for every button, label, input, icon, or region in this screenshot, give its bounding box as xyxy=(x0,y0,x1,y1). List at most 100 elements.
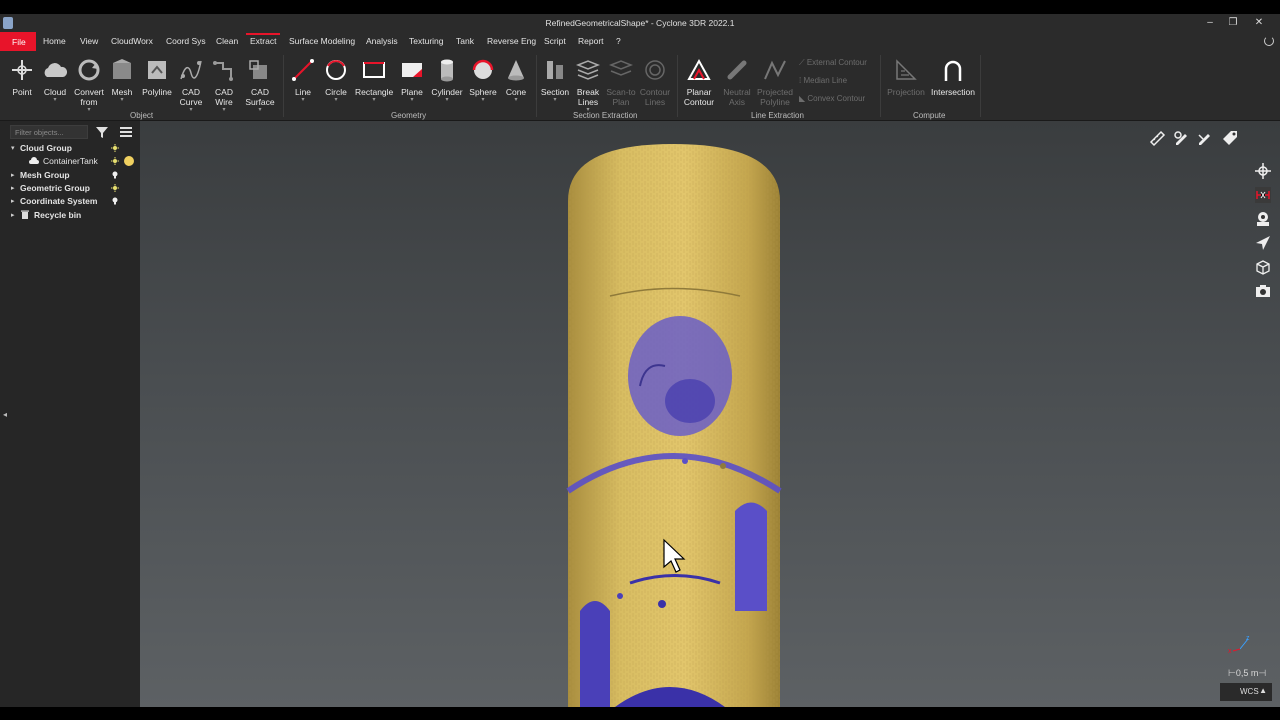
tree-item-mesh-group[interactable]: Mesh Group xyxy=(20,170,70,182)
group-separator xyxy=(677,55,678,117)
cloud-button[interactable]: Cloud ▾ xyxy=(41,55,69,103)
restore-button[interactable]: ❐ xyxy=(1222,15,1244,31)
expand-arrow-icon[interactable]: ▸ xyxy=(11,171,15,179)
menu-icon[interactable] xyxy=(119,125,133,139)
line-button[interactable]: Line ▾ xyxy=(289,55,317,103)
cone-button[interactable]: Cone ▾ xyxy=(503,55,529,103)
sphere-button[interactable]: Sphere ▾ xyxy=(468,55,498,103)
close-button[interactable]: ✕ xyxy=(1248,15,1270,31)
menu-script[interactable]: Script xyxy=(544,36,566,46)
menu-analysis[interactable]: Analysis xyxy=(366,36,398,46)
bulb-icon[interactable] xyxy=(111,171,119,179)
refresh-icon[interactable] xyxy=(1264,36,1274,46)
neutral-axis-button[interactable]: Neutral Axis xyxy=(722,55,752,107)
menu-help[interactable]: ? xyxy=(616,36,621,46)
menu-view[interactable]: View xyxy=(80,36,98,46)
pan-move-icon[interactable] xyxy=(1254,162,1272,180)
plane-button[interactable]: Plane ▾ xyxy=(398,55,426,103)
median-line-button[interactable]: ⁞ Median Line xyxy=(799,76,847,85)
polyline-button[interactable]: Polyline xyxy=(140,55,174,97)
contour-lines-button[interactable]: Contour Lines xyxy=(639,55,671,107)
menu-cloudworx[interactable]: CloudWorx xyxy=(111,36,153,46)
cad-wire-button[interactable]: CAD Wire ▾ xyxy=(210,55,238,113)
camera-view-icon[interactable] xyxy=(1254,210,1272,228)
external-contour-button[interactable]: ⟋ External Contour xyxy=(799,58,867,68)
annotate-pen-icon[interactable] xyxy=(1172,129,1190,147)
expand-arrow-icon[interactable]: ▸ xyxy=(11,184,15,192)
rectangle-button[interactable]: Rectangle ▾ xyxy=(355,55,393,103)
cad-surface-button[interactable]: CAD Surface ▾ xyxy=(243,55,277,113)
active-tab-indicator xyxy=(246,33,280,35)
menu-reverse-eng[interactable]: Reverse Eng xyxy=(487,36,536,46)
scale-bar-label: ⊢0,5 m⊣ xyxy=(1228,668,1267,678)
cad-curve-label: CAD Curve xyxy=(179,87,203,107)
line-icon xyxy=(289,55,317,85)
tag-icon[interactable] xyxy=(1221,129,1239,147)
convex-contour-button[interactable]: ◣ Convex Contour xyxy=(799,94,865,103)
chevron-up-icon: ▲ xyxy=(1259,686,1267,695)
fit-view-icon[interactable] xyxy=(1254,186,1272,204)
menu-file[interactable]: File xyxy=(0,32,36,51)
break-lines-label: Break Lines xyxy=(576,87,600,107)
intersection-button[interactable]: Intersection xyxy=(930,55,976,97)
sun-icon[interactable] xyxy=(111,144,119,152)
tree-item-coordinate-system[interactable]: Coordinate System xyxy=(20,196,97,208)
coordinate-system-selector[interactable]: WCS ▲ xyxy=(1220,683,1272,701)
collapse-panel-icon[interactable]: ◂ xyxy=(3,410,7,419)
tree-item-recycle-bin[interactable]: Recycle bin xyxy=(34,210,81,222)
menu-coord-sys[interactable]: Coord Sys xyxy=(166,36,206,46)
convert-from-button[interactable]: Convert from ▾ xyxy=(72,55,106,113)
projected-polyline-button[interactable]: Projected Polyline xyxy=(757,55,793,107)
scan-to-plan-icon xyxy=(606,55,636,85)
menu-tank[interactable]: Tank xyxy=(456,36,474,46)
mesh-button[interactable]: Mesh ▾ xyxy=(108,55,136,103)
menu-extract[interactable]: Extract xyxy=(250,36,276,46)
break-lines-button[interactable]: Break Lines ▾ xyxy=(573,55,603,113)
group-separator xyxy=(536,55,537,117)
menu-texturing[interactable]: Texturing xyxy=(409,36,444,46)
chevron-down-icon: ▾ xyxy=(481,97,485,103)
section-icon xyxy=(540,55,570,85)
camera-capture-icon[interactable] xyxy=(1254,282,1272,300)
chevron-down-icon: ▾ xyxy=(222,107,226,113)
intersection-icon xyxy=(930,55,976,85)
filter-icon[interactable] xyxy=(95,125,109,139)
menu-home[interactable]: Home xyxy=(43,36,66,46)
cad-surface-label: CAD Surface xyxy=(245,87,275,107)
expand-arrow-icon[interactable]: ▸ xyxy=(11,211,15,219)
section-button[interactable]: Section ▾ xyxy=(540,55,570,103)
3d-viewport[interactable]: x z ⊢0,5 m⊣ WCS ▲ xyxy=(140,121,1280,707)
circle-label: Circle xyxy=(325,87,347,97)
draw-pen-icon[interactable] xyxy=(1196,129,1214,147)
scan-to-plan-button[interactable]: Scan-to Plan xyxy=(606,55,636,107)
expand-arrow-icon[interactable]: ▾ xyxy=(11,144,15,152)
top-black-strip xyxy=(0,0,1280,14)
measure-ruler-icon[interactable] xyxy=(1148,129,1166,147)
planar-contour-button[interactable]: Planar Contour xyxy=(683,55,715,107)
expand-arrow-icon[interactable]: ▸ xyxy=(11,197,15,205)
minimize-button[interactable]: – xyxy=(1199,15,1221,31)
menu-surface-modeling[interactable]: Surface Modeling xyxy=(289,36,355,46)
projection-button[interactable]: Projection xyxy=(886,55,926,97)
planar-contour-icon xyxy=(683,55,715,85)
menu-clean[interactable]: Clean xyxy=(216,36,238,46)
menu-report[interactable]: Report xyxy=(578,36,604,46)
tree-item-geometric-group[interactable]: Geometric Group xyxy=(20,183,90,195)
projected-polyline-icon xyxy=(757,55,793,85)
send-direction-icon[interactable] xyxy=(1254,234,1272,252)
group-label-line-extraction: Line Extraction xyxy=(751,111,804,120)
section-label: Section xyxy=(540,87,570,97)
cylinder-button[interactable]: Cylinder ▾ xyxy=(431,55,463,103)
sun-icon[interactable] xyxy=(111,184,119,192)
3d-box-icon[interactable] xyxy=(1254,258,1272,276)
sun-icon[interactable] xyxy=(111,157,119,165)
tree-item-cloud-group[interactable]: Cloud Group xyxy=(20,143,72,155)
bulb-icon[interactable] xyxy=(111,197,119,205)
point-button[interactable]: Point xyxy=(8,55,36,97)
convex-contour-label: Convex Contour xyxy=(807,94,866,103)
cad-curve-button[interactable]: CAD Curve ▾ xyxy=(177,55,205,113)
tree-item-containertank[interactable]: ContainerTank xyxy=(43,156,98,168)
color-swatch[interactable] xyxy=(124,156,134,166)
filter-objects-input[interactable] xyxy=(10,125,88,139)
circle-button[interactable]: Circle ▾ xyxy=(322,55,350,103)
